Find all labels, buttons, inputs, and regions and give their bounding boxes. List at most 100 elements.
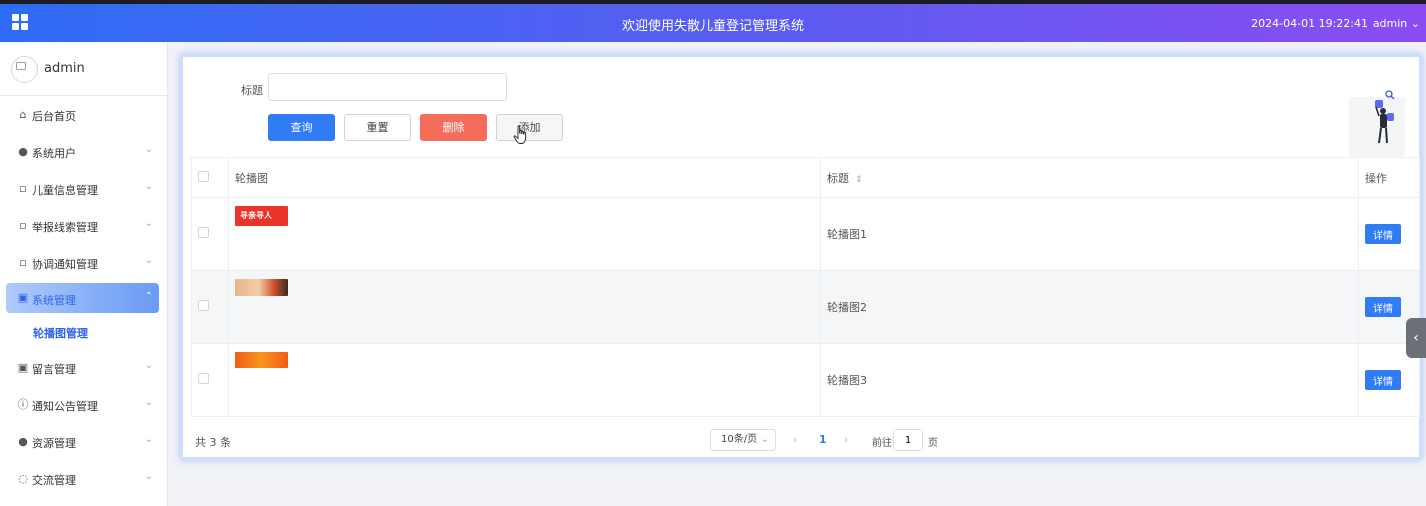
detail-button[interactable]: 详情 bbox=[1365, 224, 1401, 244]
sort-icon[interactable]: ⇕ bbox=[855, 175, 863, 185]
sidebar-item-communication[interactable]: ◌ 交流管理 ⌄ bbox=[0, 460, 167, 497]
chevron-up-icon: ⌃ bbox=[144, 291, 153, 302]
sidebar-item-label: 举报线索管理 bbox=[32, 221, 98, 234]
select-all-checkbox[interactable] bbox=[198, 170, 209, 182]
page-number-current[interactable]: 1 bbox=[819, 433, 827, 446]
select-all-cell bbox=[191, 157, 229, 198]
sidebar-item-label: 儿童信息管理 bbox=[32, 184, 98, 197]
sidebar-subitem-label: 轮播图管理 bbox=[33, 327, 88, 340]
sidebar-subitem-carousel[interactable]: 轮播图管理 bbox=[0, 313, 167, 349]
goto-label: 前往 bbox=[872, 438, 892, 449]
title-cell: 轮播图3 bbox=[820, 343, 1359, 417]
avatar bbox=[11, 56, 38, 83]
sidebar-item-home[interactable]: ⌂ 后台首页 bbox=[0, 96, 167, 133]
thumbnail-caption: 寻亲寻人 bbox=[240, 211, 272, 220]
next-page-button[interactable]: › bbox=[844, 433, 848, 446]
sidebar-item-label: 系统用户 bbox=[32, 147, 76, 160]
carousel-table: 轮播图 标题 ⇕ 操作 寻亲寻人 轮播图1 详情 轮播图2 详情 轮播图3 详情 bbox=[191, 157, 1420, 417]
detail-button[interactable]: 详情 bbox=[1365, 370, 1401, 390]
row-select-cell bbox=[191, 270, 229, 344]
chevron-down-icon: ⌄ bbox=[144, 144, 153, 155]
table-row: 轮播图2 详情 bbox=[191, 270, 1420, 344]
page-size-select[interactable]: 10条/页 ⌄ bbox=[710, 429, 776, 451]
carousel-thumbnail[interactable]: 寻亲寻人 bbox=[235, 206, 288, 226]
picture-icon: ▣ bbox=[17, 291, 29, 304]
page-size-value: 10条/页 bbox=[721, 434, 758, 445]
image-cell bbox=[228, 343, 821, 417]
total-count: 共 3 条 bbox=[195, 436, 231, 449]
delete-button[interactable]: 删除 bbox=[420, 114, 487, 141]
row-select-cell bbox=[191, 197, 229, 271]
chevron-down-icon: ⌄ bbox=[144, 360, 153, 371]
pagination: 共 3 条 10条/页 ⌄ ‹ 1 › 前往 页 bbox=[191, 429, 1419, 451]
system-title: 欢迎使用失散儿童登记管理系统 bbox=[621, 19, 804, 34]
top-header: 欢迎使用失散儿童登记管理系统 2024-04-01 19:22:41 admin… bbox=[0, 4, 1426, 42]
row-checkbox[interactable] bbox=[198, 227, 209, 238]
chevron-down-icon: ⌄ bbox=[760, 434, 769, 445]
sidebar-item-label: 系统管理 bbox=[32, 294, 76, 307]
table-row: 轮播图3 详情 bbox=[191, 343, 1420, 417]
picture-icon: ▣ bbox=[17, 361, 29, 374]
document-icon: ▫ bbox=[19, 182, 27, 195]
hand-cursor-icon bbox=[513, 125, 527, 144]
row-select-cell bbox=[191, 343, 229, 417]
detail-button[interactable]: 详情 bbox=[1365, 297, 1401, 317]
info-icon: ⓘ bbox=[17, 398, 29, 411]
sidebar-item-resources[interactable]: ● 资源管理 ⌄ bbox=[0, 423, 167, 460]
prev-page-button[interactable]: ‹ bbox=[793, 433, 797, 446]
sidebar-item-announcements[interactable]: ⓘ 通知公告管理 ⌄ bbox=[0, 386, 167, 423]
table-row: 寻亲寻人 轮播图1 详情 bbox=[191, 197, 1420, 271]
user-icon: ● bbox=[18, 145, 28, 158]
column-title-label: 标题 bbox=[827, 171, 849, 185]
sidebar-item-label: 资源管理 bbox=[32, 437, 76, 450]
carousel-thumbnail[interactable] bbox=[235, 352, 288, 368]
collapse-panel-tab[interactable]: ‹ bbox=[1406, 318, 1426, 358]
chevron-down-icon: ⌄ bbox=[144, 471, 153, 482]
reset-button[interactable]: 重置 bbox=[344, 114, 411, 141]
carousel-thumbnail[interactable] bbox=[235, 279, 288, 296]
column-header-title[interactable]: 标题 ⇕ bbox=[820, 157, 1359, 198]
chevron-down-icon: ⌄ bbox=[144, 434, 153, 445]
title-cell: 轮播图2 bbox=[820, 270, 1359, 344]
document-icon: ▫ bbox=[19, 219, 27, 232]
chevron-down-icon: ⌄ bbox=[1410, 17, 1420, 30]
sidebar-item-system-management[interactable]: ▣ 系统管理 ⌃ bbox=[6, 283, 159, 313]
chevron-down-icon: ⌄ bbox=[144, 397, 153, 408]
sidebar-item-label: 通知公告管理 bbox=[32, 400, 98, 413]
sidebar-item-children-info[interactable]: ▫ 儿童信息管理 ⌄ bbox=[0, 170, 167, 207]
actions-cell: 详情 bbox=[1358, 197, 1420, 271]
sidebar-item-coordination-notices[interactable]: ▫ 协调通知管理 ⌄ bbox=[0, 244, 167, 281]
sidebar-item-report-clues[interactable]: ▫ 举报线索管理 ⌄ bbox=[0, 207, 167, 244]
goto-page-input[interactable] bbox=[893, 429, 923, 451]
chevron-left-icon: ‹ bbox=[1413, 330, 1419, 346]
sidebar: admin ⌂ 后台首页 ● 系统用户 ⌄ ▫ 儿童信息管理 ⌄ ▫ 举报线索管… bbox=[0, 42, 168, 506]
row-checkbox[interactable] bbox=[198, 373, 209, 384]
home-icon: ⌂ bbox=[19, 108, 27, 121]
main-panel: 标题 查询 重置 删除 添加 轮播图 标题 ⇕ 操作 寻亲寻人 轮播图1 详情 … bbox=[180, 54, 1422, 460]
title-cell: 轮播图1 bbox=[820, 197, 1359, 271]
sidebar-item-system-users[interactable]: ● 系统用户 ⌄ bbox=[0, 133, 167, 170]
goto-suffix: 页 bbox=[928, 438, 938, 449]
profile-name: admin bbox=[44, 61, 85, 76]
decorative-illustration bbox=[1349, 90, 1405, 157]
chevron-down-icon: ⌄ bbox=[144, 255, 153, 266]
column-header-actions: 操作 bbox=[1358, 157, 1420, 198]
document-icon: ▫ bbox=[19, 256, 27, 269]
search-label: 标题 bbox=[241, 84, 263, 97]
sidebar-item-messages[interactable]: ▣ 留言管理 ⌄ bbox=[0, 349, 167, 386]
location-icon: ● bbox=[18, 435, 28, 448]
query-button[interactable]: 查询 bbox=[268, 114, 335, 141]
sidebar-item-label: 后台首页 bbox=[32, 110, 76, 123]
image-cell: 寻亲寻人 bbox=[228, 197, 821, 271]
sidebar-item-label: 交流管理 bbox=[32, 474, 76, 487]
user-menu[interactable]: admin ⌄ bbox=[1373, 17, 1420, 30]
user-profile: admin bbox=[0, 42, 167, 96]
chat-icon: ◌ bbox=[18, 472, 28, 485]
user-name: admin bbox=[1372, 17, 1408, 30]
title-search-input[interactable] bbox=[268, 73, 507, 101]
row-checkbox[interactable] bbox=[198, 300, 209, 311]
sidebar-menu: ⌂ 后台首页 ● 系统用户 ⌄ ▫ 儿童信息管理 ⌄ ▫ 举报线索管理 ⌄ ▫ … bbox=[0, 96, 167, 497]
sidebar-item-label: 协调通知管理 bbox=[32, 258, 98, 271]
table-header-row: 轮播图 标题 ⇕ 操作 bbox=[191, 157, 1420, 198]
add-button[interactable]: 添加 bbox=[496, 114, 563, 141]
